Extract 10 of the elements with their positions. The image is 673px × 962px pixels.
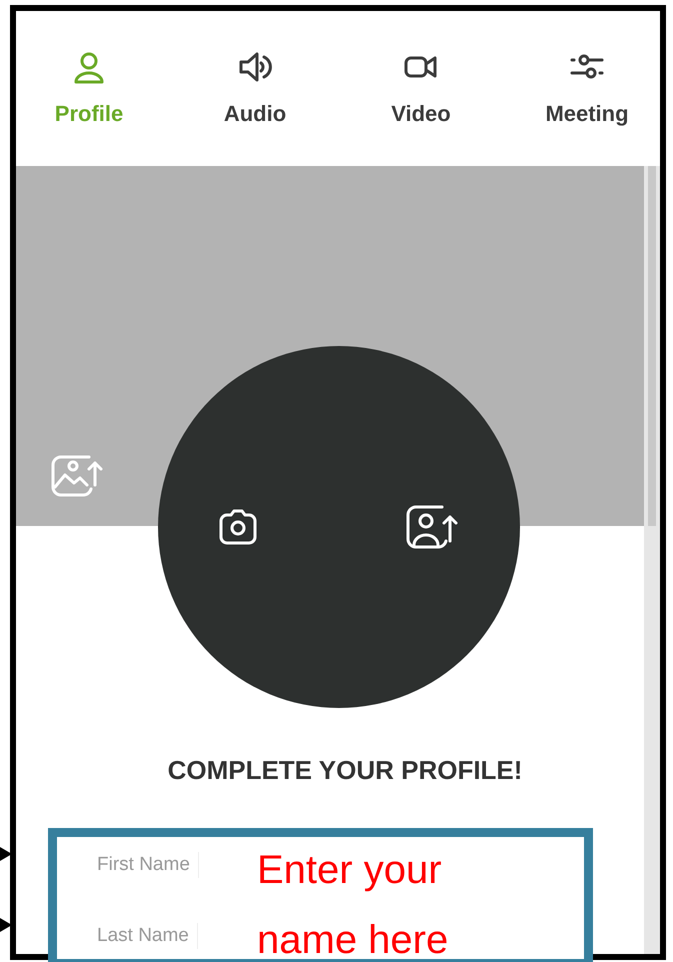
avatar-upload-icon[interactable] [404, 503, 460, 551]
settings-tab[interactable]: Video [356, 49, 486, 130]
field-label: Last Name [97, 924, 189, 948]
settings-tab[interactable]: Audio [190, 49, 320, 130]
annotation-text: Enter your name here [257, 847, 450, 959]
camera-icon[interactable] [218, 508, 258, 546]
field-label: First Name [97, 853, 190, 877]
settings-tab[interactable]: Meeting [522, 49, 652, 130]
scrollbar[interactable] [644, 166, 660, 954]
profile-heading: COMPLETE YOUR PROFILE! [168, 754, 522, 787]
